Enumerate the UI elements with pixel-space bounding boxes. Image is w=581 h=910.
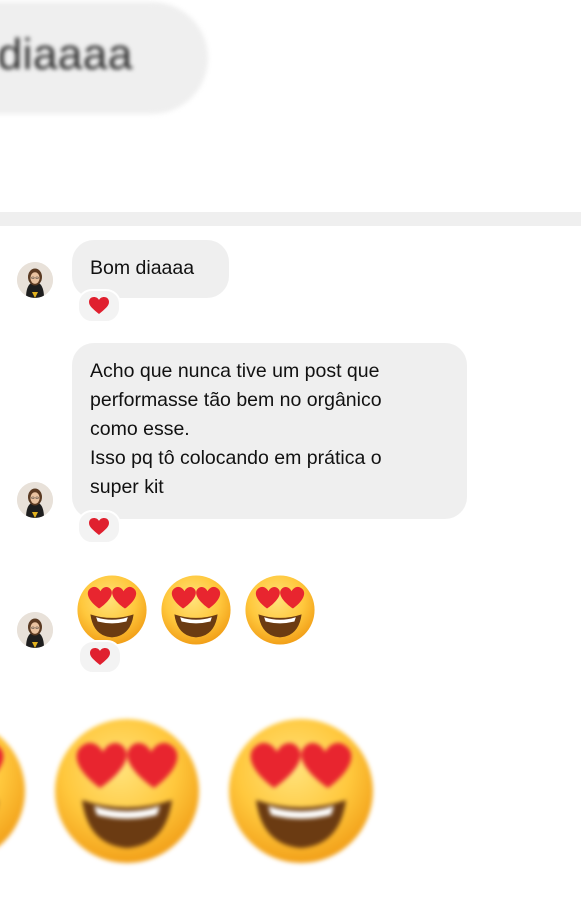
sender-avatar[interactable] <box>17 482 53 518</box>
message-text-line: Acho que nunca tive um post que <box>90 360 380 382</box>
message-text-line: Isso pq tô colocando em prática o <box>90 447 382 469</box>
zoomed-message-text: n diaaaa <box>0 30 133 79</box>
section-divider <box>0 212 581 226</box>
sender-avatar[interactable] <box>17 262 53 298</box>
heart-eyes-emoji-icon <box>52 716 202 866</box>
sender-avatar[interactable] <box>17 612 53 648</box>
heart-eyes-emoji-icon <box>244 574 316 646</box>
message-text-line: como esse. <box>90 418 190 440</box>
message-bubble[interactable]: Acho que nunca tive um post que performa… <box>72 343 467 519</box>
heart-eyes-emoji-icon <box>226 716 376 866</box>
heart-eyes-emoji-icon <box>0 716 28 866</box>
heart-icon <box>89 297 109 315</box>
heart-eyes-emoji-icon <box>160 574 232 646</box>
message-text-line: performasse tão bem no orgânico <box>90 389 382 411</box>
heart-icon <box>90 648 110 666</box>
message-text-line: super kit <box>90 476 164 498</box>
message-text: Bom diaaaa <box>90 257 195 279</box>
heart-icon <box>89 518 109 536</box>
heart-eyes-emoji-icon <box>76 574 148 646</box>
zoomed-message-preview: n diaaaa <box>0 0 581 212</box>
zoomed-emoji-preview <box>0 686 581 910</box>
reaction-badge[interactable] <box>77 289 121 323</box>
emoji-message[interactable] <box>76 574 316 646</box>
chat-thread: Bom diaaaa Acho que nunca tive um post q… <box>0 226 581 686</box>
reaction-badge[interactable] <box>77 510 121 544</box>
reaction-badge[interactable] <box>78 640 122 674</box>
